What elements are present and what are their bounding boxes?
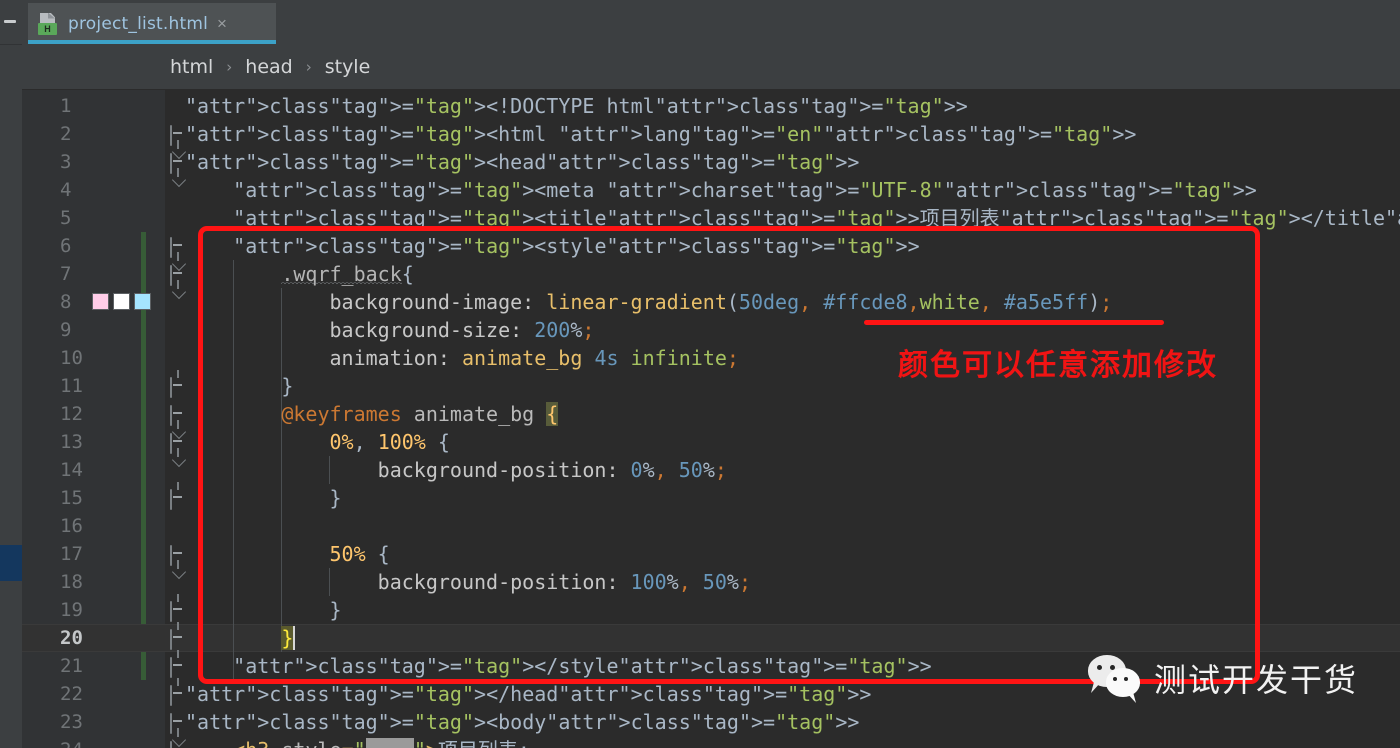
- left-tool-strip: [0, 0, 23, 748]
- line-number: 14: [60, 459, 83, 481]
- code-line[interactable]: "attr">class"tag">="tag"><style"attr">cl…: [185, 232, 919, 260]
- line-number: 23: [60, 711, 83, 733]
- line-number: 21: [60, 655, 83, 677]
- line-number: 1: [60, 95, 72, 117]
- line-number: 11: [60, 375, 83, 397]
- tab-project-list-html[interactable]: H project_list.html ×: [28, 3, 276, 44]
- code-editor[interactable]: 123456789101112131415161718192021222324 …: [22, 90, 1400, 748]
- line-number: 22: [60, 683, 83, 705]
- line-number: 4: [60, 179, 72, 201]
- color-swatch-blue[interactable]: [134, 293, 151, 310]
- code-line[interactable]: 0%, 100% {: [185, 428, 450, 456]
- code-line[interactable]: }: [185, 596, 341, 624]
- annotation-red-underline: [864, 320, 1164, 325]
- line-number: 16: [60, 515, 83, 537]
- color-swatch-gutter-icons[interactable]: [92, 293, 152, 311]
- left-strip-selected-block[interactable]: [0, 545, 22, 581]
- breadcrumb-item-style[interactable]: style: [325, 56, 371, 78]
- tab-filename-label: project_list.html: [68, 13, 208, 34]
- code-line[interactable]: background-position: 0%, 50%;: [185, 456, 727, 484]
- watermark-text: 测试开发干货: [1154, 661, 1359, 699]
- code-line[interactable]: <h3 style=" ">项目列表:: [185, 736, 530, 748]
- wechat-icon: [1088, 655, 1144, 701]
- code-line[interactable]: "attr">class"tag">="tag"><head"attr">cla…: [185, 148, 859, 176]
- line-number: 15: [60, 487, 83, 509]
- code-line[interactable]: background-position: 100%, 50%;: [185, 568, 751, 596]
- code-line[interactable]: background-image: linear-gradient(50deg,…: [185, 288, 1113, 316]
- code-line[interactable]: "attr">class"tag">="tag"><html "attr">la…: [185, 120, 1136, 148]
- code-line[interactable]: "attr">class"tag">="tag"><title"attr">cl…: [185, 204, 1400, 232]
- line-number: 6: [60, 235, 72, 257]
- line-number: 24: [22, 736, 165, 748]
- code-line[interactable]: }: [185, 624, 294, 652]
- chevron-right-icon: ›: [305, 57, 312, 76]
- code-line[interactable]: }: [185, 484, 341, 512]
- close-icon[interactable]: ×: [217, 14, 227, 34]
- line-number: 5: [60, 207, 72, 229]
- code-text-area[interactable]: "attr">class"tag">="tag"><!DOCTYPE html"…: [165, 90, 1400, 748]
- minimize-dash-icon[interactable]: [4, 20, 16, 23]
- code-line[interactable]: "attr">class"tag">="tag"><body"attr">cla…: [185, 708, 859, 736]
- annotation-note-text: 颜色可以任意添加修改: [898, 348, 1218, 383]
- color-swatch-pink[interactable]: [92, 293, 109, 310]
- line-number: 7: [60, 263, 72, 285]
- code-line[interactable]: "attr">class"tag">="tag"><!DOCTYPE html"…: [185, 92, 968, 120]
- line-number: 20: [60, 627, 83, 649]
- breadcrumb: html › head › style: [22, 44, 1400, 90]
- line-number: 17: [60, 543, 83, 565]
- code-line[interactable]: "attr">class"tag">="tag"></style"attr">c…: [185, 652, 931, 680]
- code-line[interactable]: @keyframes animate_bg {: [185, 400, 559, 428]
- left-strip-top-box: [0, 0, 22, 45]
- breadcrumb-item-head[interactable]: head: [245, 56, 292, 78]
- code-line[interactable]: .wqrf_back{: [185, 260, 413, 288]
- watermark: 测试开发干货: [1088, 655, 1358, 701]
- code-line[interactable]: 50% {: [185, 540, 390, 568]
- line-number: 3: [60, 151, 72, 173]
- line-number: 13: [60, 431, 83, 453]
- line-number: 2: [60, 123, 72, 145]
- text-caret: [293, 626, 296, 650]
- code-line[interactable]: "attr">class"tag">="tag"><meta "attr">ch…: [185, 176, 1257, 204]
- breadcrumb-item-html[interactable]: html: [170, 56, 213, 78]
- line-number: 18: [60, 571, 83, 593]
- line-number: 10: [60, 347, 83, 369]
- code-line[interactable]: background-size: 200%;: [185, 316, 595, 344]
- html-badge-label: H: [38, 22, 57, 35]
- line-number: 9: [60, 319, 72, 341]
- line-number: 19: [60, 599, 83, 621]
- color-swatch-white[interactable]: [113, 293, 130, 310]
- code-line[interactable]: }: [185, 372, 293, 400]
- editor-tab-bar: H project_list.html ×: [22, 0, 1400, 44]
- code-line[interactable]: "attr">class"tag">="tag"></head"attr">cl…: [185, 680, 871, 708]
- line-number: 12: [60, 403, 83, 425]
- chevron-right-icon: ›: [226, 57, 233, 76]
- code-line[interactable]: animation: animate_bg 4s infinite;: [185, 344, 739, 372]
- html-file-icon: H: [38, 12, 60, 36]
